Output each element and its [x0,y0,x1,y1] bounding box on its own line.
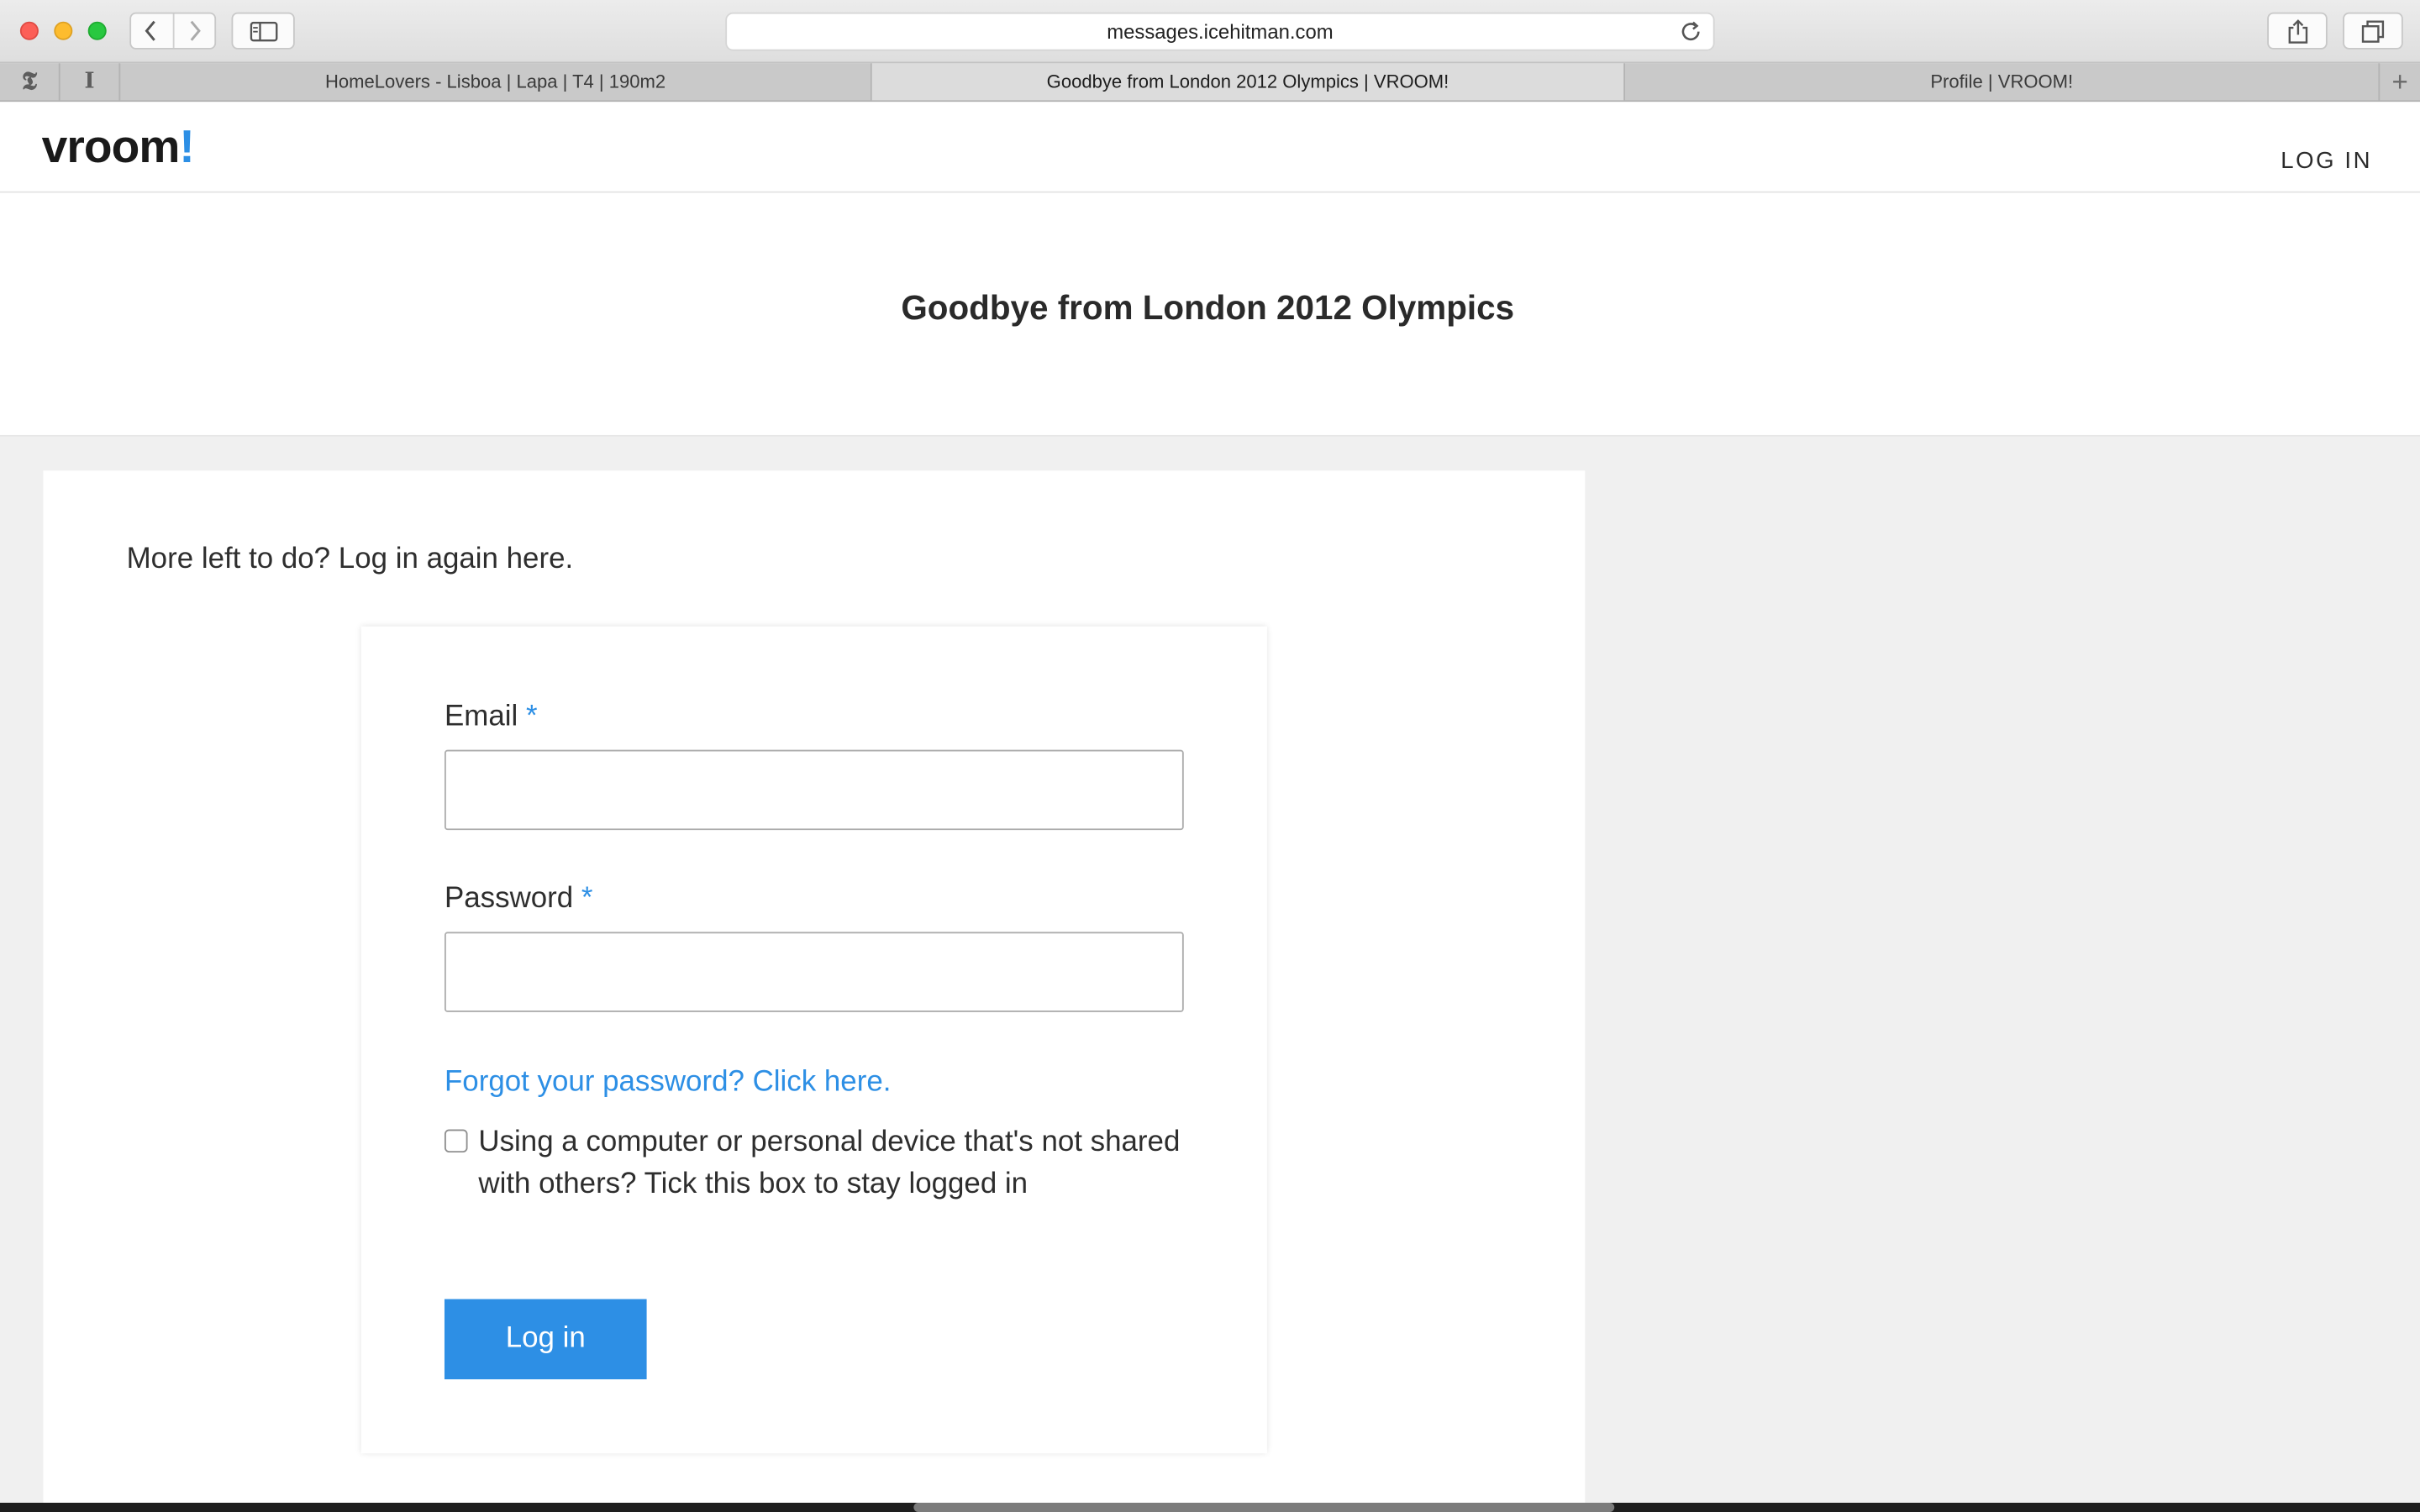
intro-text: More left to do? Log in again here. [126,543,574,576]
close-window-button[interactable] [19,21,39,40]
minimize-window-button[interactable] [54,21,73,40]
share-icon [2287,18,2307,43]
instapaper-logo-icon: I [84,69,95,95]
chevron-left-icon [145,20,156,41]
horizontal-scrollbar[interactable] [913,1502,1615,1512]
header-login-link[interactable]: LOG IN [2281,148,2372,174]
show-all-tabs-button[interactable] [2343,12,2403,50]
password-field[interactable] [444,932,1184,1012]
sidebar-icon [249,20,277,41]
page-hero: Goodbye from London 2012 Olympics [0,192,2420,437]
tab-label: Profile | VROOM! [1930,71,2074,93]
password-label: Password * [445,883,593,916]
browser-toolbar: messages.icehitman.com [0,0,2420,64]
forgot-password-link[interactable]: Forgot your password? Click here. [445,1066,891,1100]
tab-goodbye-london[interactable]: Goodbye from London 2012 Olympics | VROO… [871,63,1626,101]
sidebar-toggle-button[interactable] [231,12,295,50]
navigation-buttons [129,12,217,50]
tab-bar: 𝕿 I HomeLovers - Lisboa | Lapa | T4 | 19… [0,63,2420,102]
login-submit-button[interactable]: Log in [444,1299,647,1380]
zoom-window-button[interactable] [87,21,107,40]
new-tab-button[interactable]: + [2380,63,2420,100]
site-header: vroom! LOG IN [0,102,2420,193]
logo-accent: ! [179,122,194,173]
url-text: messages.icehitman.com [1107,19,1334,44]
stay-logged-in-label: Using a computer or personal device that… [478,1126,1181,1200]
back-button[interactable] [131,14,172,48]
vroom-logo[interactable]: vroom! [41,122,195,174]
stay-logged-in-checkbox[interactable] [444,1129,468,1153]
tab-homelovers[interactable]: HomeLovers - Lisboa | Lapa | T4 | 190m2 [120,63,872,101]
pinned-tab-nyt[interactable]: 𝕿 [0,63,60,101]
reload-icon [1681,21,1700,41]
tabs-overview-icon [2361,19,2385,42]
plus-icon: + [2391,66,2408,97]
email-field[interactable] [444,749,1184,831]
content-card: More left to do? Log in again here. Emai… [43,470,1586,1512]
nyt-logo-icon: 𝕿 [21,66,37,96]
browser-window: messages.icehitman.com 𝕿 I HomeLovers - … [0,0,2420,1512]
logo-text: vroom [41,122,181,173]
required-marker: * [525,700,538,733]
reload-button[interactable] [1679,20,1702,48]
page-title: Goodbye from London 2012 Olympics [901,288,1515,328]
address-bar[interactable]: messages.icehitman.com [725,12,1715,51]
tab-label: Goodbye from London 2012 Olympics | VROO… [1046,71,1449,93]
share-button[interactable] [2267,12,2328,50]
pinned-tab-instapaper[interactable]: I [60,63,121,101]
required-marker: * [581,882,593,916]
tab-label: HomeLovers - Lisboa | Lapa | T4 | 190m2 [325,71,666,93]
email-label-text: Email [444,700,518,733]
password-label-text: Password [444,882,574,916]
login-form: Email * Password * Forgot your password?… [360,626,1267,1454]
forward-button[interactable] [171,13,215,48]
chevron-right-icon [190,20,201,41]
tab-profile[interactable]: Profile | VROOM! [1625,63,2381,101]
email-label: Email * [445,701,538,734]
